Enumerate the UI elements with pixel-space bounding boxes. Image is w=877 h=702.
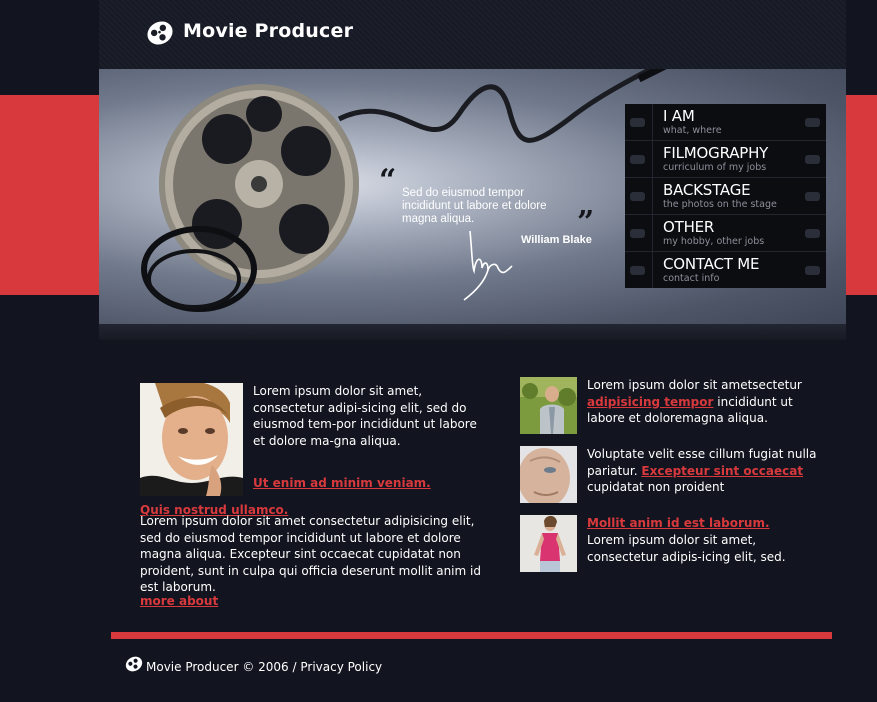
menu-item-title: I AM bbox=[663, 107, 695, 125]
banner-bottom-strip bbox=[99, 324, 846, 340]
menu-divider bbox=[652, 252, 653, 288]
right-item2-text: Voluptate velit esse cillum fugiat nulla… bbox=[587, 446, 827, 496]
film-hole-icon bbox=[630, 192, 645, 201]
menu-item-title: BACKSTAGE bbox=[663, 181, 751, 199]
quote-open-mark: “ bbox=[379, 163, 397, 198]
right-item3-text: Lorem ipsum dolor sit amet, consectetur … bbox=[587, 533, 786, 564]
film-hole-icon bbox=[630, 266, 645, 275]
vineyard-man-photo bbox=[520, 377, 577, 434]
footer-text: Movie Producer © 2006 / Privacy Policy bbox=[146, 660, 382, 674]
film-hole-icon bbox=[630, 155, 645, 164]
right-item1-link[interactable]: adipisicing tempor bbox=[587, 395, 713, 409]
privacy-policy-link[interactable]: Privacy Policy bbox=[300, 660, 382, 674]
menu-item-other[interactable]: OTHER my hobby, other jobs bbox=[625, 215, 826, 252]
film-hole-icon bbox=[630, 118, 645, 127]
film-hole-icon bbox=[805, 266, 820, 275]
menu-divider bbox=[652, 141, 653, 177]
older-man-closeup-photo bbox=[520, 446, 577, 503]
film-hole-icon bbox=[630, 229, 645, 238]
film-hole-icon bbox=[805, 155, 820, 164]
menu-item-title: OTHER bbox=[663, 218, 715, 236]
footer-divider bbox=[111, 632, 832, 639]
quote-text: Sed do eiusmod tempor incididunt ut labo… bbox=[402, 187, 547, 225]
menu-item-title: FILMOGRAPHY bbox=[663, 144, 769, 162]
second-text: Lorem ipsum dolor sit amet consectetur a… bbox=[140, 514, 481, 594]
menu-item-subtitle: contact info bbox=[663, 273, 720, 284]
signature-image bbox=[463, 230, 513, 301]
film-hole-icon bbox=[805, 192, 820, 201]
menu-divider bbox=[652, 104, 653, 140]
film-hole-icon bbox=[805, 118, 820, 127]
intro-text: Lorem ipsum dolor sit amet, consectetur … bbox=[253, 384, 477, 448]
menu-item-title: CONTACT ME bbox=[663, 255, 760, 273]
intro-link[interactable]: Ut enim ad minim veniam. bbox=[253, 476, 431, 490]
left-red-band bbox=[0, 95, 100, 295]
site-title[interactable]: Movie Producer bbox=[183, 20, 353, 42]
right-red-band bbox=[846, 95, 877, 295]
menu-divider bbox=[652, 178, 653, 214]
menu-item-contact-me[interactable]: CONTACT ME contact info bbox=[625, 252, 826, 288]
menu-item-backstage[interactable]: BACKSTAGE the photos on the stage bbox=[625, 178, 826, 215]
right-item1-before: Lorem ipsum dolor sit ametsectetur bbox=[587, 378, 802, 392]
menu-divider bbox=[652, 215, 653, 251]
menu-item-subtitle: what, where bbox=[663, 125, 722, 136]
menu-item-subtitle: my hobby, other jobs bbox=[663, 236, 765, 247]
right-item2-after: cupidatat non proident bbox=[587, 480, 725, 494]
menu-item-subtitle: curriculum of my jobs bbox=[663, 162, 767, 173]
main-menu: I AM what, where FILMOGRAPHY curriculum … bbox=[625, 104, 826, 288]
footer-copyright: Movie Producer © 2006 / bbox=[146, 660, 297, 674]
menu-item-filmography[interactable]: FILMOGRAPHY curriculum of my jobs bbox=[625, 141, 826, 178]
right-item1-text: Lorem ipsum dolor sit ametsectetur adipi… bbox=[587, 377, 827, 427]
film-reel-icon[interactable] bbox=[146, 19, 174, 47]
more-about-link[interactable]: more about bbox=[140, 594, 218, 608]
woman-pink-top-photo bbox=[520, 515, 577, 572]
menu-item-i-am[interactable]: I AM what, where bbox=[625, 104, 826, 141]
film-hole-icon bbox=[805, 229, 820, 238]
menu-item-subtitle: the photos on the stage bbox=[663, 199, 777, 210]
right-item3-link[interactable]: Mollit anim id est laborum. bbox=[587, 516, 770, 530]
quote-author: William Blake bbox=[521, 234, 592, 246]
producer-portrait-photo bbox=[140, 383, 243, 496]
right-item2-link[interactable]: Excepteur sint occaecat bbox=[641, 464, 803, 478]
film-reel-icon bbox=[125, 656, 143, 672]
